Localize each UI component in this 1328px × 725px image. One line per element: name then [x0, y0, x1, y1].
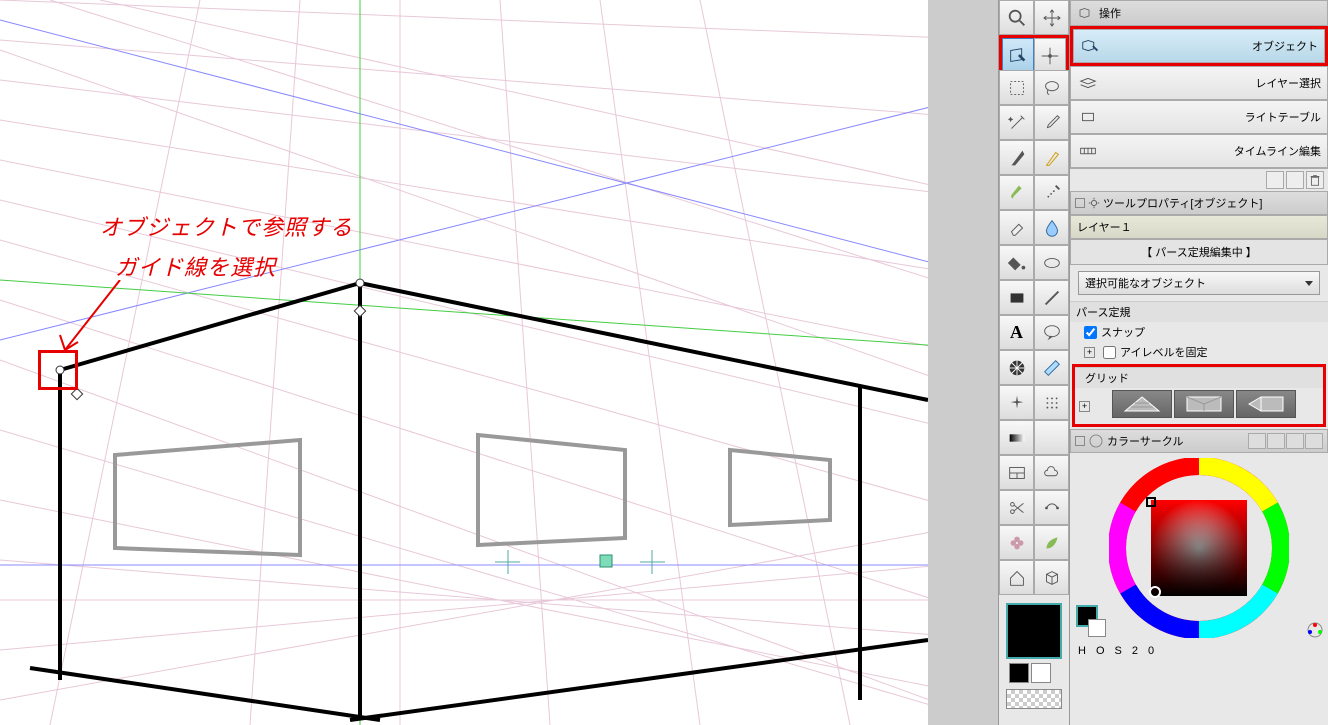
expand-plus-icon[interactable]: + [1084, 347, 1095, 358]
operation-panel-header: 操作 [1070, 0, 1328, 26]
frame-tool[interactable] [999, 455, 1034, 490]
subtool-timeline-label: タイムライン編集 [1234, 143, 1321, 159]
ruler-tool[interactable] [1034, 350, 1069, 385]
grid-xy-button[interactable] [1112, 390, 1172, 418]
magnify-tool[interactable] [999, 0, 1034, 35]
eyelevel-label: アイレベルを固定 [1120, 344, 1207, 360]
cloud-tool[interactable] [1034, 455, 1069, 490]
transparent-swatch[interactable] [1006, 689, 1062, 709]
foreground-color[interactable] [1006, 603, 1062, 659]
eyelevel-checkbox[interactable] [1103, 346, 1116, 359]
subtool-object-label: オブジェクト [1252, 38, 1318, 54]
text-tool[interactable]: A [999, 315, 1034, 350]
subtool-timeline[interactable]: タイムライン編集 [1070, 134, 1328, 168]
colorwheel-icon [1089, 434, 1103, 448]
lasso-tool[interactable] [1034, 70, 1069, 105]
line-tool[interactable] [1034, 280, 1069, 315]
marquee-tool[interactable] [999, 70, 1034, 105]
grid-yz-button[interactable] [1236, 390, 1296, 418]
pen-tool[interactable] [999, 140, 1034, 175]
pencil-tool[interactable] [1034, 140, 1069, 175]
layer-name: レイヤー１ [1077, 222, 1132, 234]
subtool-layer-label: レイヤー選択 [1255, 75, 1321, 91]
color-tab-2[interactable] [1267, 433, 1285, 449]
flower-tool[interactable] [999, 525, 1034, 560]
grid-xz-button[interactable] [1174, 390, 1234, 418]
eyelevel-row[interactable]: + アイレベルを固定 [1070, 342, 1328, 362]
edit-status: 【 パース定規編集中 】 [1070, 239, 1328, 265]
layer-name-bar: レイヤー１ [1070, 215, 1328, 239]
gradient2-tool[interactable] [999, 420, 1034, 455]
subtool-light-table[interactable]: ライトテーブル [1070, 100, 1328, 134]
object-icon [1080, 38, 1102, 54]
timeline-icon [1077, 143, 1099, 159]
chevron-down-icon [1305, 281, 1313, 286]
eyedropper-tool[interactable] [1034, 105, 1069, 140]
snap-label: スナップ [1101, 324, 1145, 340]
color-tab-4[interactable] [1305, 433, 1323, 449]
blend-tool[interactable] [1034, 210, 1069, 245]
move-tool[interactable] [1034, 0, 1069, 35]
color-tab-3[interactable] [1286, 433, 1304, 449]
operation-tool[interactable] [1002, 38, 1034, 73]
selectable-object-dropdown[interactable]: 選択可能なオブジェクト [1078, 271, 1320, 295]
dropdown-label: 選択可能なオブジェクト [1085, 275, 1206, 291]
house-tool[interactable] [999, 560, 1034, 595]
subtool-object[interactable]: オブジェクト [1073, 29, 1325, 63]
wand-tool[interactable] [999, 105, 1034, 140]
color-wheel[interactable] [1070, 453, 1328, 643]
tool-palette: A [998, 0, 1070, 725]
hsv-readout: HOS20 [1070, 643, 1328, 659]
subtool-light-label: ライトテーブル [1245, 109, 1321, 125]
color-black[interactable] [1009, 663, 1029, 683]
cube-icon [1077, 6, 1095, 20]
grid-plus-icon[interactable]: + [1079, 401, 1090, 412]
canvas-area[interactable]: オブジェクトで参照する ガイド線を選択 [0, 0, 998, 725]
copy-icon[interactable] [1266, 171, 1284, 189]
gear-icon[interactable] [1087, 196, 1101, 210]
effect-tool[interactable] [999, 350, 1034, 385]
gradient-tool[interactable] [1034, 245, 1069, 280]
sparkle-tool[interactable] [999, 385, 1034, 420]
expand-icon[interactable] [1075, 198, 1085, 208]
light-icon [1077, 109, 1099, 125]
fill-tool[interactable] [999, 245, 1034, 280]
snap-row[interactable]: スナップ [1070, 322, 1328, 342]
subtool-layer-select[interactable]: レイヤー選択 [1070, 66, 1328, 100]
layers-icon [1077, 75, 1099, 91]
expand-icon[interactable] [1075, 436, 1085, 446]
perspective-section-title: パース定規 [1070, 301, 1328, 322]
color-tab-1[interactable] [1248, 433, 1266, 449]
balloon-tool[interactable] [1034, 315, 1069, 350]
leaf-tool[interactable] [1034, 525, 1069, 560]
scissors-tool[interactable] [999, 490, 1034, 525]
tool-property-header: ツールプロパティ[オブジェクト] [1070, 191, 1328, 215]
pattern-tool[interactable] [1034, 385, 1069, 420]
grid-label: グリッド [1075, 367, 1323, 388]
correction-tool[interactable] [1034, 490, 1069, 525]
color-title: カラーサークル [1107, 433, 1183, 449]
brush-tool[interactable] [999, 175, 1034, 210]
new-icon[interactable] [1286, 171, 1304, 189]
color-panel-header: カラーサークル [1070, 429, 1328, 453]
color-white[interactable] [1031, 663, 1051, 683]
blank-tool[interactable] [1034, 420, 1069, 455]
operation-title: 操作 [1099, 5, 1121, 21]
eraser-tool[interactable] [999, 210, 1034, 245]
color-mode-icon[interactable] [1306, 621, 1324, 639]
transform-tool[interactable] [1034, 38, 1066, 73]
cube-tool[interactable] [1034, 560, 1069, 595]
bg-swatch[interactable] [1088, 619, 1106, 637]
tool-property-title: ツールプロパティ[オブジェクト] [1103, 195, 1262, 211]
trash-icon[interactable] [1306, 171, 1324, 189]
snap-checkbox[interactable] [1084, 326, 1097, 339]
airbrush-tool[interactable] [1034, 175, 1069, 210]
rect-tool[interactable] [999, 280, 1034, 315]
